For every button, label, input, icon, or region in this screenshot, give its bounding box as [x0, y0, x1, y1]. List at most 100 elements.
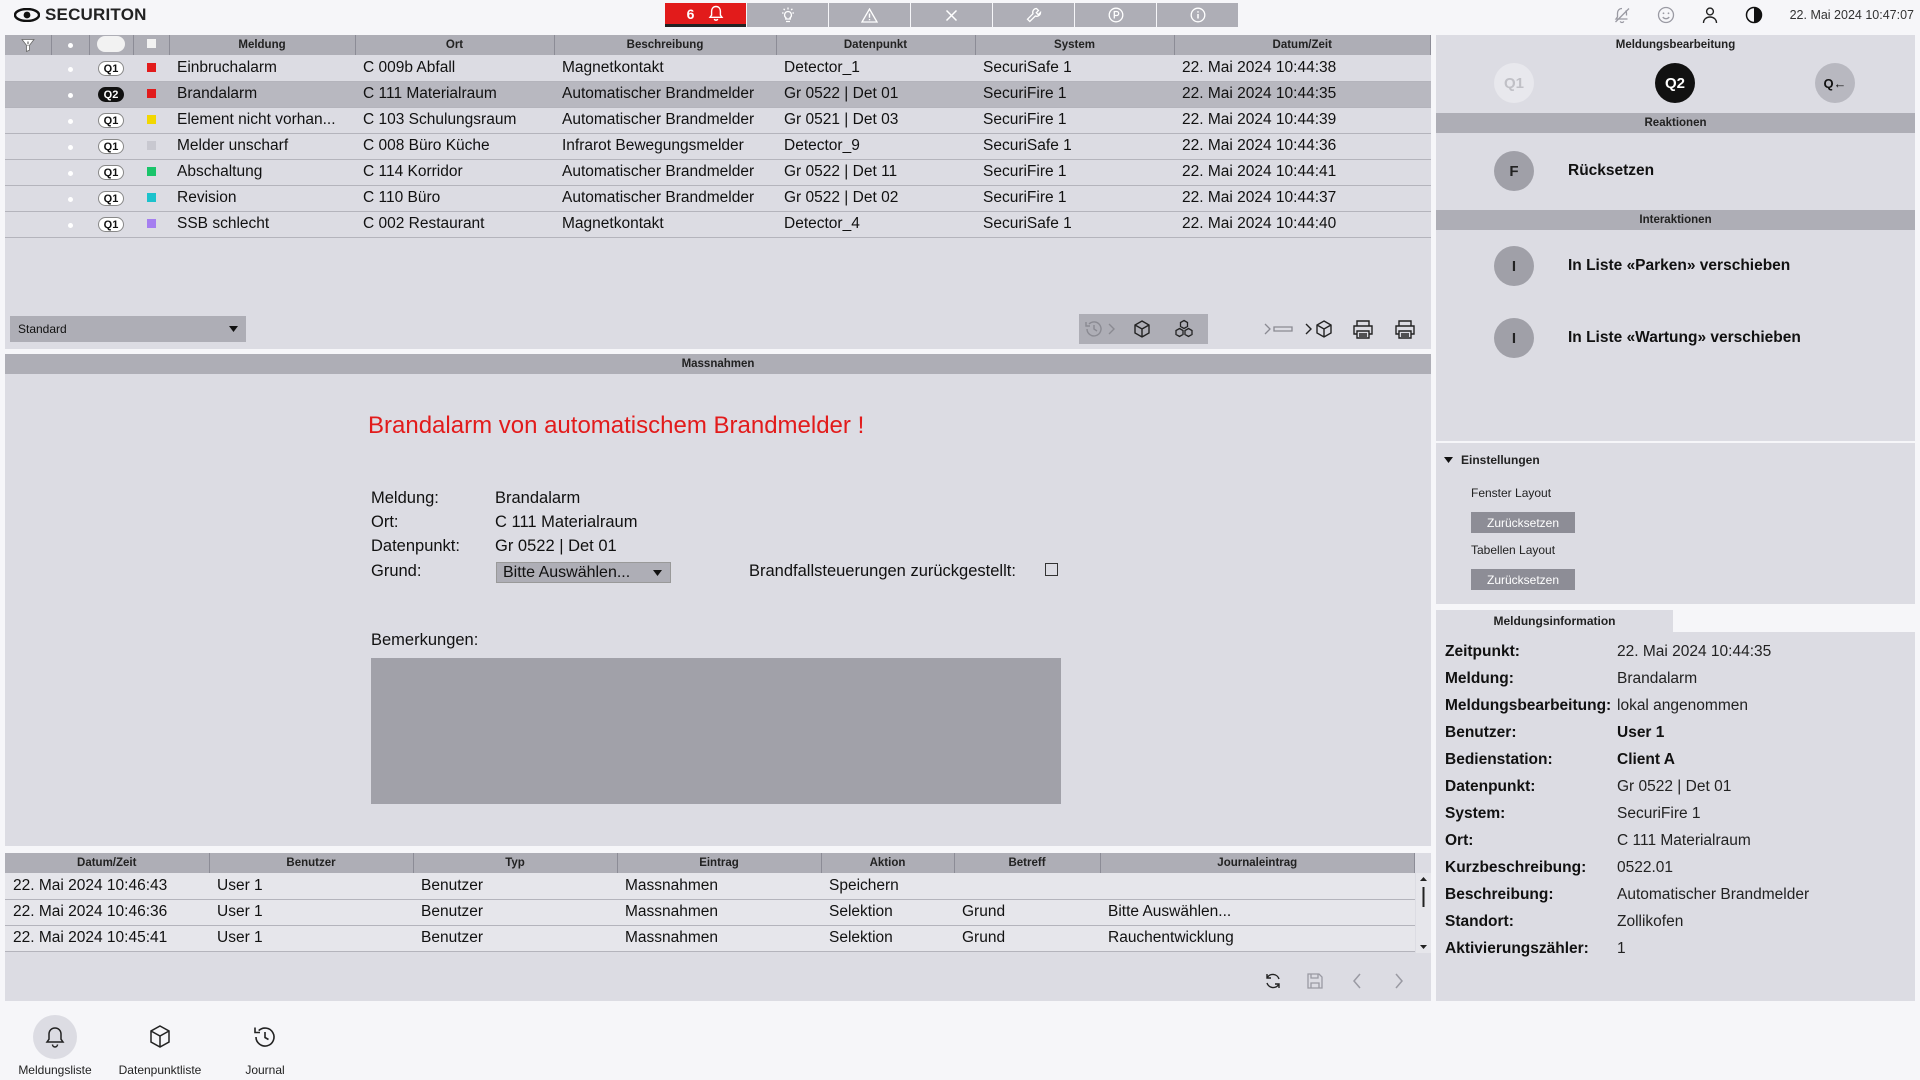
tab-maintenance[interactable] — [993, 3, 1074, 27]
nav-datenpunktliste[interactable]: Datenpunktliste — [115, 1015, 205, 1077]
view-filter-value: Standard — [18, 322, 67, 336]
jcol-typ[interactable]: Typ — [413, 853, 618, 873]
col-ort[interactable]: Ort — [355, 35, 555, 55]
journal-row[interactable]: 22. Mai 2024 10:46:36 User 1 Benutzer Massn… — [5, 899, 1415, 926]
view-filter-select[interactable]: Standard — [10, 316, 246, 342]
journal-cell: Benutzer — [413, 899, 617, 926]
collapse-button[interactable] — [1258, 314, 1300, 344]
read-dot-icon — [67, 197, 73, 202]
fenster-reset-button[interactable]: Zurücksetzen — [1471, 512, 1575, 533]
brandfall-checkbox[interactable] — [1045, 563, 1058, 576]
info-key: Bedienstation: — [1445, 750, 1553, 768]
datapoint-group-button[interactable] — [1163, 314, 1205, 344]
info-key: Zeitpunkt: — [1445, 642, 1520, 660]
journal-cell: User 1 — [209, 925, 413, 952]
tab-alarms[interactable]: 6 — [665, 3, 746, 27]
col-color[interactable] — [133, 35, 170, 55]
tab-info[interactable] — [1157, 3, 1238, 27]
jcol-aktion[interactable]: Aktion — [821, 853, 955, 873]
jcol-betreff[interactable]: Betreff — [954, 853, 1101, 873]
meldung-cell: SSB schlecht — [169, 211, 355, 238]
printer-icon — [1395, 320, 1415, 339]
message-row[interactable]: Q1 Einbruchalarm C 009b Abfall Magnetkontak… — [5, 55, 1431, 82]
info-key: Datenpunkt: — [1445, 777, 1536, 795]
journal-row[interactable]: 22. Mai 2024 10:46:43 User 1 Benutzer Massn… — [5, 873, 1415, 900]
journal-cell: Selektion — [821, 899, 954, 926]
einstellungen-toggle[interactable]: Einstellungen — [1444, 453, 1540, 467]
col-read[interactable] — [51, 35, 90, 55]
refresh-button[interactable] — [1252, 966, 1294, 996]
interaktion-wartung[interactable]: I In Liste «Wartung» verschieben — [1494, 318, 1801, 358]
ort-cell: C 009b Abfall — [355, 55, 554, 82]
datenpunkt-cell: Detector_9 — [776, 133, 975, 160]
col-meldung[interactable]: Meldung — [169, 35, 356, 55]
bemerkungen-textarea[interactable] — [371, 658, 1061, 804]
history-button[interactable] — [1079, 314, 1121, 344]
journal-panel: Datum/Zeit Benutzer Typ Eintrag Aktion B… — [5, 853, 1431, 1001]
grund-select[interactable]: Bitte Auswählen... — [496, 562, 671, 583]
journal-scrollbar[interactable] — [1416, 873, 1431, 953]
tabellen-reset-button[interactable]: Zurücksetzen — [1471, 569, 1575, 590]
message-row[interactable]: Q1 Abschaltung C 114 Korridor Automatischer… — [5, 159, 1431, 186]
color-cell — [133, 185, 169, 212]
tab-faults[interactable] — [747, 3, 828, 27]
jcol-benutzer[interactable]: Benutzer — [209, 853, 414, 873]
bell-icon — [709, 5, 724, 21]
mood-button[interactable] — [1644, 0, 1688, 30]
fenster-layout-label: Fenster Layout — [1471, 486, 1552, 500]
brandfall-label: Brandfallsteuerungen zurückgestellt: — [749, 562, 1016, 580]
col-priority[interactable] — [5, 35, 52, 55]
col-queue[interactable] — [89, 35, 134, 55]
col-datenpunkt[interactable]: Datenpunkt — [776, 35, 976, 55]
tab-parked[interactable] — [1075, 3, 1156, 27]
beschreibung-cell: Automatischer Brandmelder — [554, 81, 776, 108]
datenpunkt-label: Datenpunkt: — [371, 537, 460, 555]
system-cell: SecuriFire 1 — [975, 185, 1174, 212]
journal-row[interactable]: 22. Mai 2024 10:45:41 User 1 Benutzer Massn… — [5, 925, 1415, 952]
tab-warnings[interactable] — [829, 3, 910, 27]
nav-journal[interactable]: Journal — [220, 1015, 310, 1077]
read-dot-icon — [67, 223, 73, 228]
history-tools — [1079, 314, 1208, 344]
message-row[interactable]: Q1 SSB schlecht C 002 Restaurant Magnetkont… — [5, 211, 1431, 238]
jcol-datum[interactable]: Datum/Zeit — [5, 853, 210, 873]
status-color-icon — [146, 62, 156, 72]
message-row[interactable]: Q1 Revision C 110 Büro Automatischer Brandm… — [5, 185, 1431, 212]
jcol-eintrag[interactable]: Eintrag — [617, 853, 822, 873]
col-datum[interactable]: Datum/Zeit — [1174, 35, 1431, 55]
col-system[interactable]: System — [975, 35, 1175, 55]
queue-cell: Q2 — [89, 81, 133, 108]
cube-icon — [150, 1025, 170, 1048]
datenpunkt-cell: Detector_1 — [776, 55, 975, 82]
interaktion-parken[interactable]: I In Liste «Parken» verschieben — [1494, 246, 1790, 286]
tab-disabled[interactable] — [911, 3, 992, 27]
queue-q1-button[interactable]: Q1 — [1494, 63, 1534, 103]
prev-button[interactable] — [1336, 966, 1378, 996]
jcol-journaleintrag[interactable]: Journaleintrag — [1100, 853, 1415, 873]
mute-button[interactable] — [1600, 0, 1644, 30]
queue-back-button[interactable]: Q← — [1815, 63, 1855, 103]
expand-datapoint-button[interactable] — [1300, 314, 1342, 344]
queue-q2-button[interactable]: Q2 — [1655, 63, 1695, 103]
message-row[interactable]: Q1 Element nicht vorhan... C 103 Schulungs… — [5, 107, 1431, 134]
nav-meldungsliste[interactable]: Meldungsliste — [10, 1015, 100, 1077]
message-row[interactable]: Q1 Melder unscharf C 008 Büro Küche Infraro… — [5, 133, 1431, 160]
user-button[interactable] — [1688, 0, 1732, 30]
contrast-button[interactable] — [1732, 0, 1776, 30]
save-button[interactable] — [1294, 966, 1336, 996]
col-beschreibung[interactable]: Beschreibung — [554, 35, 777, 55]
nav-icon-wrap — [243, 1015, 287, 1059]
message-table-body: Q1 Einbruchalarm C 009b Abfall Magnetkontak… — [5, 55, 1431, 238]
reaktion-ruecksetzen[interactable]: F Rücksetzen — [1494, 151, 1654, 191]
info-tab[interactable]: Meldungsinformation — [1436, 610, 1673, 632]
priority-cell — [5, 107, 51, 134]
bearbeitung-panel: Meldungsbearbeitung Q1 Q2 Q← Reaktionen … — [1436, 35, 1915, 604]
print-all-button[interactable] — [1384, 314, 1426, 344]
datapoint-button[interactable] — [1121, 314, 1163, 344]
print-button[interactable] — [1342, 314, 1384, 344]
next-button[interactable] — [1378, 966, 1420, 996]
message-row[interactable]: Q2 Brandalarm C 111 Materialraum Automatisc… — [5, 81, 1431, 108]
datenpunkt-cell: Gr 0521 | Det 03 — [776, 107, 975, 134]
massnahmen-header: Massnahmen — [5, 354, 1431, 374]
message-list-panel: Meldung Ort Beschreibung Datenpunkt Syst… — [5, 35, 1431, 349]
